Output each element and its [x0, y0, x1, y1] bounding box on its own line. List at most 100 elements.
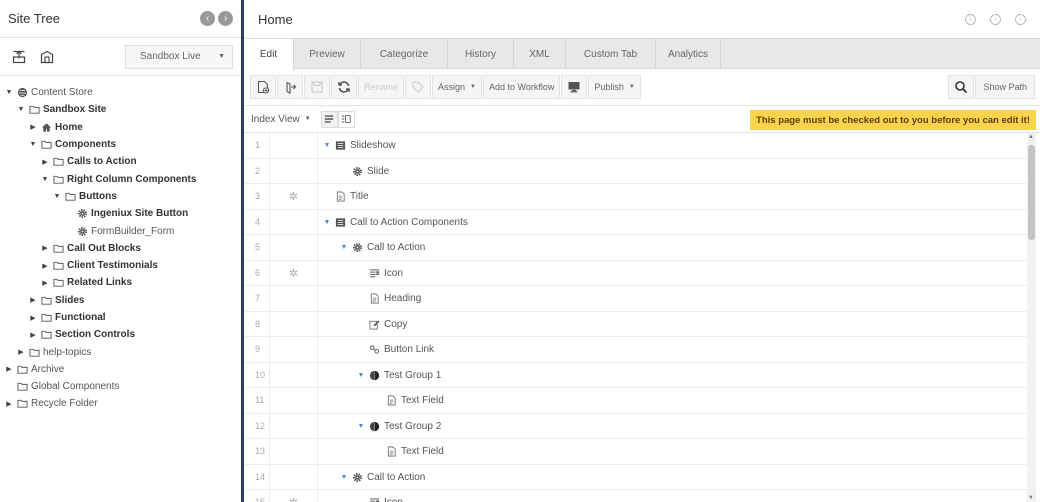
caret-down-icon[interactable]: ▼ [356, 423, 366, 430]
element-node[interactable]: Title [322, 184, 369, 210]
new-page-button[interactable] [250, 75, 276, 99]
element-node[interactable]: Heading [356, 286, 421, 312]
element-node[interactable]: ▼ Call to Action [339, 235, 426, 261]
site-select[interactable]: Sandbox Live ▼ [125, 44, 233, 69]
tree-node[interactable]: FormBuilder_Form [0, 222, 241, 239]
grid-row[interactable]: 15✲ Icon [244, 490, 1027, 502]
element-node[interactable]: ▼ Test Group 2 [356, 414, 442, 440]
grid-row[interactable]: 12 ▼ Test Group 2 [244, 413, 1027, 440]
site-map-icon[interactable] [36, 46, 58, 68]
caret-right-icon[interactable]: ▶ [40, 279, 50, 287]
caret-right-icon[interactable]: ▶ [16, 348, 26, 356]
element-node[interactable]: Button Link [356, 337, 434, 363]
tree-node[interactable]: ▶ Archive [0, 361, 241, 378]
caret-down-icon[interactable]: ▼ [322, 219, 332, 226]
caret-down-icon[interactable]: ▼ [322, 142, 332, 149]
chevron-left-icon[interactable]: ‹ [200, 11, 215, 26]
grid-row[interactable]: 1 ▼ Slideshow [244, 133, 1027, 159]
scroll-thumb[interactable] [1028, 145, 1035, 240]
caret-down-icon[interactable]: ▼ [16, 106, 26, 113]
scroll-up-icon[interactable]: ▲ [1028, 134, 1034, 140]
caret-right-icon[interactable]: ▶ [28, 331, 38, 339]
tree-node[interactable]: ▼ Components [0, 136, 241, 153]
grid-row[interactable]: 2 Slide [244, 158, 1027, 185]
grid-row[interactable]: 10 ▼ Test Group 1 [244, 362, 1027, 389]
grid-row[interactable]: 5 ▼ Call to Action [244, 235, 1027, 261]
caret-right-icon[interactable]: ▶ [40, 244, 50, 252]
add-to-workflow-button[interactable]: Add to Workflow [483, 75, 561, 99]
grid-row[interactable]: 4 ▼ Call to Action Components [244, 209, 1027, 236]
check-out-button[interactable] [277, 75, 303, 99]
grid-row[interactable]: 14 ▼ Call to Action [244, 464, 1027, 491]
tree-node[interactable]: ▶ Home [0, 119, 241, 136]
caret-right-icon[interactable]: ▶ [28, 314, 38, 322]
element-node[interactable]: Text Field [373, 388, 444, 414]
grid-row[interactable]: 8 Copy [244, 311, 1027, 338]
tree-node[interactable]: ▶ Functional [0, 309, 241, 326]
upload-icon[interactable] [8, 46, 30, 68]
tree-node[interactable]: Global Components [0, 378, 241, 395]
tree-node[interactable]: ▶ Related Links [0, 274, 241, 291]
caret-right-icon[interactable]: ▶ [40, 262, 50, 270]
caret-right-icon[interactable]: ▶ [4, 400, 14, 408]
caret-down-icon[interactable]: ▼ [356, 372, 366, 379]
nav-back-icon[interactable]: ‹ [990, 13, 1001, 25]
tree-node[interactable]: Ingeniux Site Button [0, 205, 241, 222]
tree-node[interactable]: ▼ Right Column Components [0, 170, 241, 187]
element-node[interactable]: ▼ Slideshow [322, 133, 396, 159]
tab-categorize[interactable]: Categorize [361, 39, 448, 69]
tree-node[interactable]: ▶ Section Controls [0, 326, 241, 343]
tree-node[interactable]: ▼ Sandbox Site [0, 101, 241, 118]
element-node[interactable]: ▼ Call to Action Components [322, 210, 468, 236]
caret-right-icon[interactable]: ▶ [4, 365, 14, 373]
element-node[interactable]: ▼ Call to Action [339, 465, 426, 491]
info-icon[interactable]: i [965, 13, 976, 25]
caret-down-icon[interactable]: ▼ [40, 176, 50, 183]
grid-scrollbar[interactable]: ▲ ▼ [1027, 133, 1036, 502]
form-view-toggle[interactable] [337, 110, 355, 128]
rename-button[interactable]: Rename [358, 75, 405, 99]
grid-row[interactable]: 13 Text Field [244, 439, 1027, 465]
tab-analytics[interactable]: Analytics [656, 39, 721, 69]
grid-row[interactable]: 6 ✲ Icon [244, 260, 1027, 287]
save-button[interactable] [304, 75, 330, 99]
preview-device-button[interactable] [561, 75, 588, 99]
element-node[interactable]: ▼ Test Group 1 [356, 363, 442, 389]
caret-down-icon[interactable]: ▼ [339, 244, 349, 251]
caret-down-icon[interactable]: ▼ [28, 141, 38, 148]
refresh-button[interactable] [331, 75, 357, 99]
tree-node[interactable]: ▶ Call Out Blocks [0, 240, 241, 257]
grid-row[interactable]: 7 Heading [244, 286, 1027, 312]
caret-right-icon[interactable]: ▶ [40, 158, 50, 166]
grid-row[interactable]: 3 ✲ Title [244, 184, 1027, 210]
caret-right-icon[interactable]: ▶ [28, 123, 38, 131]
search-button[interactable] [948, 75, 975, 99]
show-path-button[interactable]: Show Path [975, 75, 1035, 99]
caret-right-icon[interactable]: ▶ [28, 296, 38, 304]
caret-down-icon[interactable]: ▼ [4, 89, 14, 96]
nav-forward-icon[interactable]: › [1015, 13, 1026, 25]
grid-row[interactable]: 11 Text Field [244, 388, 1027, 414]
element-node[interactable]: Slide [339, 159, 389, 185]
element-node[interactable]: Text Field [373, 439, 444, 465]
grid-row[interactable]: 9 Button Link [244, 337, 1027, 363]
tab-edit[interactable]: Edit [244, 39, 294, 70]
tab-preview[interactable]: Preview [294, 39, 361, 69]
tab-history[interactable]: History [448, 39, 514, 69]
tree-node[interactable]: ▶ Client Testimonials [0, 257, 241, 274]
tree-node[interactable]: ▼ Content Store [0, 84, 241, 101]
chevron-right-icon[interactable]: › [218, 11, 233, 26]
assign-button[interactable]: Assign ▼ [432, 75, 482, 99]
tree-node[interactable]: ▶ Calls to Action [0, 153, 241, 170]
tag-button[interactable] [405, 75, 432, 99]
element-node[interactable]: Icon [356, 261, 403, 287]
index-view-dropdown[interactable]: Index View ▼ [251, 114, 311, 125]
element-node[interactable]: Copy [356, 312, 407, 338]
scroll-down-icon[interactable]: ▼ [1028, 495, 1034, 501]
caret-down-icon[interactable]: ▼ [339, 474, 349, 481]
tree-node[interactable]: ▶ Slides [0, 292, 241, 309]
caret-down-icon[interactable]: ▼ [52, 193, 62, 200]
tree-node[interactable]: ▶ Recycle Folder [0, 395, 241, 412]
tree-node[interactable]: ▼ Buttons [0, 188, 241, 205]
tree-node[interactable]: ▶ help-topics [0, 343, 241, 360]
